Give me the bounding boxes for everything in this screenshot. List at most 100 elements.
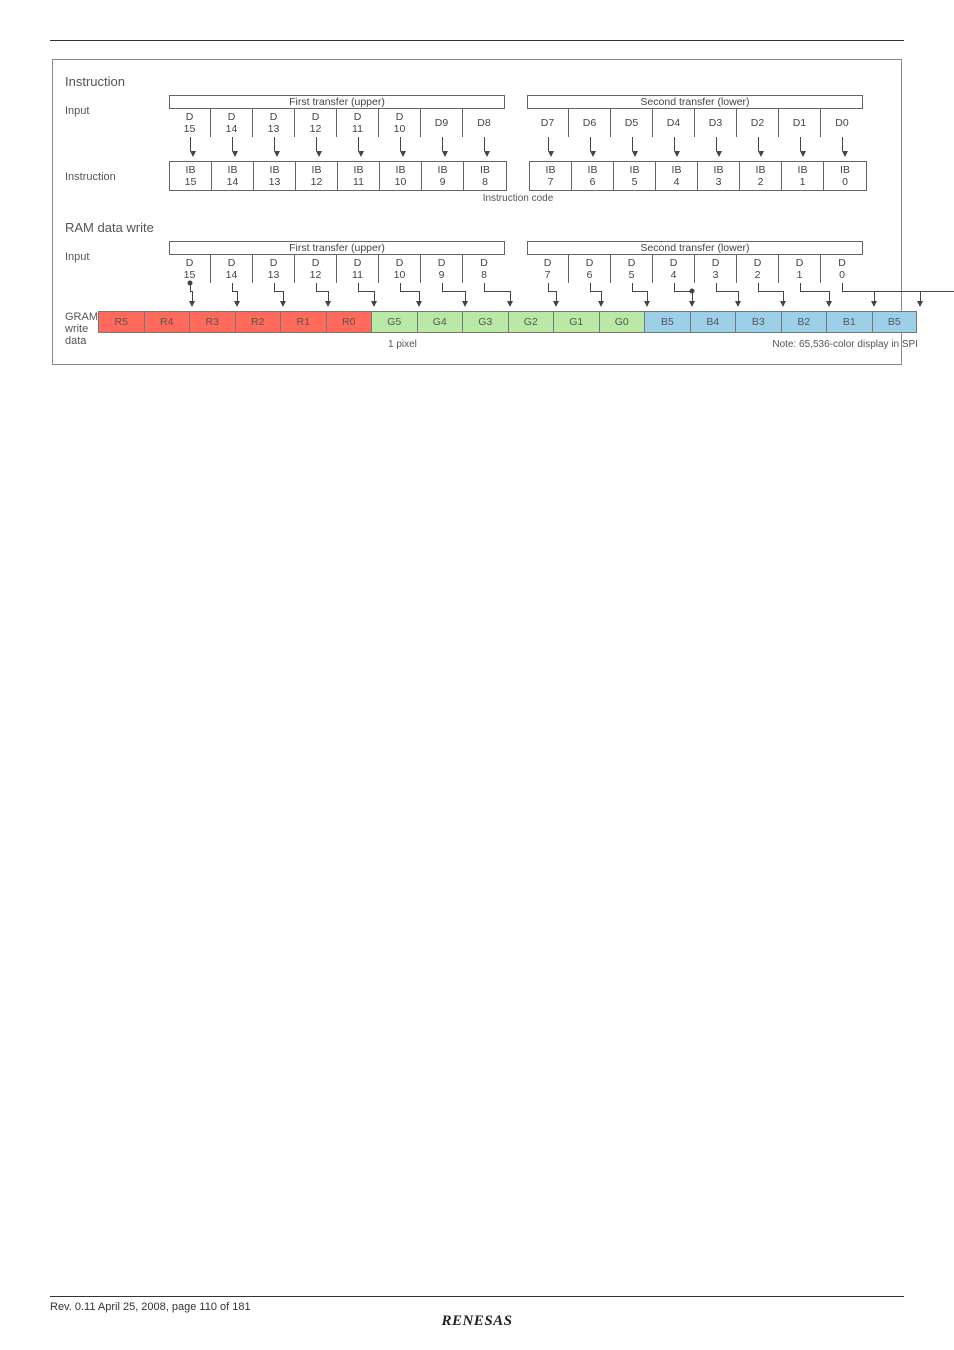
ram-input-row: Input First transfer (upper) D15D14D13D1… xyxy=(65,241,889,307)
row-label-instruction: Instruction xyxy=(65,161,169,183)
bit-cell: D14 xyxy=(211,255,253,283)
arrow-down-icon xyxy=(527,137,569,161)
bit-cell: D9 xyxy=(421,255,463,283)
bit-cell: D4 xyxy=(653,255,695,283)
bit-cell: D1 xyxy=(779,255,821,283)
bit-cell: D15 xyxy=(169,255,211,283)
bit-cell: IB13 xyxy=(254,162,296,190)
group-header-first-2: First transfer (upper) xyxy=(169,241,505,255)
bit-cell: D10 xyxy=(379,255,421,283)
gram-bit-cell: G4 xyxy=(417,311,463,333)
bit-cell: D12 xyxy=(295,255,337,283)
bit-cell: D11 xyxy=(337,255,379,283)
cells-ib-lower: IB7IB6IB5IB4IB3IB2IB1IB0 xyxy=(529,161,867,191)
bit-cell: D1 xyxy=(779,109,821,137)
group-first-transfer-upper: First transfer (upper) D15D14D13D12D11D1… xyxy=(169,95,505,161)
group-header-second-2: Second transfer (lower) xyxy=(527,241,863,255)
connector-row xyxy=(169,283,863,307)
arrow-down-icon xyxy=(779,137,821,161)
gram-bit-cell: R5 xyxy=(98,311,144,333)
arrow-down-icon xyxy=(253,137,295,161)
bit-cell: D5 xyxy=(611,109,653,137)
bit-cell: D0 xyxy=(821,109,863,137)
gram-bit-cell: B4 xyxy=(690,311,736,333)
brand-logo: RENESAS xyxy=(50,1313,904,1330)
bit-cell: IB6 xyxy=(572,162,614,190)
group-header-second: Second transfer (lower) xyxy=(527,95,863,109)
cells-ram-input-upper: D15D14D13D12D11D10D9D8 xyxy=(169,255,505,283)
bit-cell: IB3 xyxy=(698,162,740,190)
bit-cell: D3 xyxy=(695,109,737,137)
bit-cell: IB4 xyxy=(656,162,698,190)
cells-instr-input-upper: D15D14D13D12D11D10D9D8 xyxy=(169,109,505,137)
arrow-down-icon xyxy=(611,137,653,161)
group-ram-upper: First transfer (upper) D15D14D13D12D11D1… xyxy=(169,241,505,283)
section-title-instruction: Instruction xyxy=(65,74,889,89)
arrow-down-icon xyxy=(737,137,779,161)
bit-cell: D2 xyxy=(737,255,779,283)
bit-cell: IB14 xyxy=(212,162,254,190)
bit-cell: D14 xyxy=(211,109,253,137)
row-label-gram: GRAM write data xyxy=(65,307,98,347)
gram-bit-cell: R1 xyxy=(280,311,326,333)
footer-rule xyxy=(50,1296,904,1297)
bit-cell: D2 xyxy=(737,109,779,137)
page-footer: Rev. 0.11 April 25, 2008, page 110 of 18… xyxy=(50,1296,904,1330)
group-ram-lower: Second transfer (lower) D7D6D5D4D3D2D1D0 xyxy=(527,241,863,283)
arrows-row xyxy=(527,137,863,161)
cells-instr-input-lower: D7D6D5D4D3D2D1D0 xyxy=(527,109,863,137)
gram-bit-cell: B5 xyxy=(644,311,690,333)
footer-rev: Rev. 0.11 April 25, 2008, page 110 of 18… xyxy=(50,1301,251,1313)
cells-ram-input-lower: D7D6D5D4D3D2D1D0 xyxy=(527,255,863,283)
arrow-down-icon xyxy=(463,137,505,161)
gram-bit-cell: G1 xyxy=(553,311,599,333)
gram-bit-cell: B5 xyxy=(872,311,918,333)
bit-cell: D3 xyxy=(695,255,737,283)
bit-cell: IB5 xyxy=(614,162,656,190)
gram-bit-cell: R0 xyxy=(326,311,372,333)
gram-bit-cell: G5 xyxy=(371,311,417,333)
bit-cell: IB0 xyxy=(824,162,866,190)
section-title-ram: RAM data write xyxy=(65,220,889,235)
group-ib-lower: IB7IB6IB5IB4IB3IB2IB1IB0 xyxy=(529,161,867,191)
arrow-down-icon xyxy=(211,137,253,161)
arrow-down-icon xyxy=(379,137,421,161)
page: Instruction Input First transfer (upper)… xyxy=(0,0,954,365)
bit-cell: IB15 xyxy=(170,162,212,190)
gram-bit-cell: G3 xyxy=(462,311,508,333)
gram-bit-cell: G2 xyxy=(508,311,554,333)
cells-ib-upper: IB15IB14IB13IB12IB11IB10IB9IB8 xyxy=(169,161,507,191)
bit-cell: D6 xyxy=(569,255,611,283)
bit-cell: D0 xyxy=(821,255,863,283)
bit-cell: IB7 xyxy=(530,162,572,190)
bit-cell: D12 xyxy=(295,109,337,137)
gram-bit-cell: R3 xyxy=(189,311,235,333)
arrow-down-icon xyxy=(337,137,379,161)
group-ib-upper: IB15IB14IB13IB12IB11IB10IB9IB8 xyxy=(169,161,507,191)
bit-cell: IB2 xyxy=(740,162,782,190)
arrow-down-icon xyxy=(569,137,611,161)
bit-cell: IB11 xyxy=(338,162,380,190)
arrow-down-icon xyxy=(421,137,463,161)
gram-bit-cell: B2 xyxy=(781,311,827,333)
gram-bit-cell: B3 xyxy=(735,311,781,333)
bit-cell: IB10 xyxy=(380,162,422,190)
bit-cell: D7 xyxy=(527,255,569,283)
bit-cell: D8 xyxy=(463,109,505,137)
bit-cell: D10 xyxy=(379,109,421,137)
one-pixel-label: 1 pixel xyxy=(388,339,417,350)
gram-data-cells: R5R4R3R2R1R0G5G4G3G2G1G0B5B4B3B2B1B5 xyxy=(98,311,918,333)
arrow-down-icon xyxy=(821,137,863,161)
bit-cell: D13 xyxy=(253,109,295,137)
row-label-input: Input xyxy=(65,95,169,117)
arrows-row xyxy=(169,137,505,161)
bit-cell: IB12 xyxy=(296,162,338,190)
instruction-ib-row: Instruction IB15IB14IB13IB12IB11IB10IB9I… xyxy=(65,161,889,204)
arrow-down-icon xyxy=(169,137,211,161)
gram-bit-cell: G0 xyxy=(599,311,645,333)
bit-cell: D13 xyxy=(253,255,295,283)
bit-cell: IB1 xyxy=(782,162,824,190)
bit-cell: D9 xyxy=(421,109,463,137)
row-label-input-2: Input xyxy=(65,241,169,263)
gram-bit-cell: R4 xyxy=(144,311,190,333)
